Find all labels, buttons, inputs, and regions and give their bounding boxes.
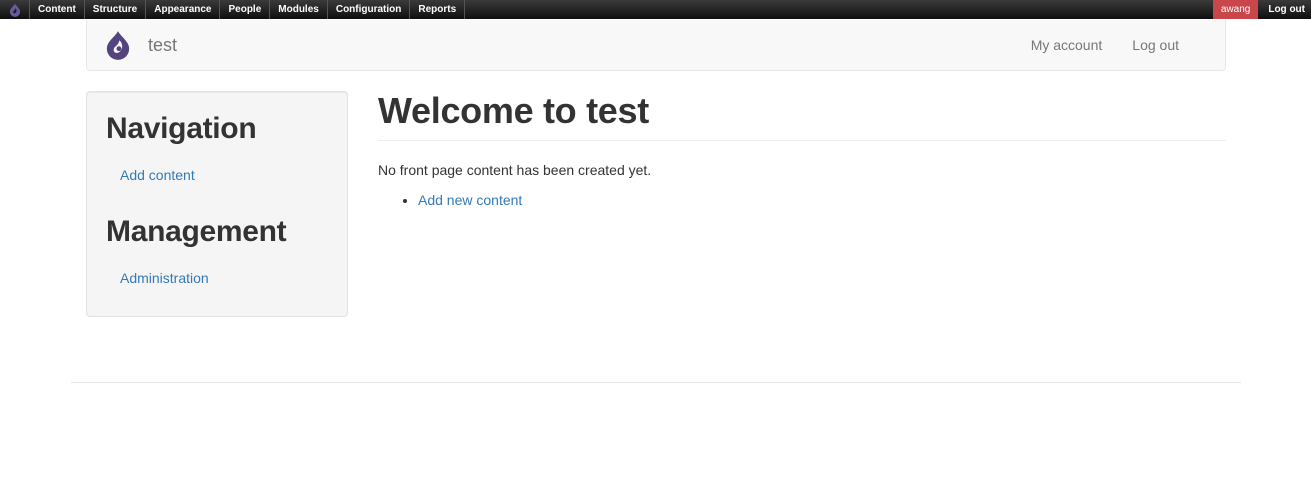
management-heading: Management — [106, 215, 287, 248]
add-content-link[interactable]: Add content — [120, 167, 195, 183]
site-name[interactable]: test — [148, 35, 177, 56]
add-new-content-link[interactable]: Add new content — [418, 192, 522, 208]
page-title: Welcome to test — [378, 90, 649, 131]
header-logout-link[interactable]: Log out — [1132, 37, 1179, 53]
site-header: test My account Log out — [86, 20, 1226, 71]
drupal-drop-icon — [106, 31, 130, 60]
list-item: Add new content — [418, 192, 522, 208]
toolbar-item-modules[interactable]: Modules — [270, 0, 328, 19]
administration-link[interactable]: Administration — [120, 270, 209, 286]
toolbar-item-appearance[interactable]: Appearance — [146, 0, 221, 19]
header-nav: My account Log out — [1031, 37, 1179, 53]
toolbar-home-link[interactable] — [0, 0, 30, 19]
toolbar-item-reports[interactable]: Reports — [410, 0, 466, 19]
toolbar-logout-link[interactable]: Log out — [1258, 0, 1311, 19]
toolbar-menu: Content Structure Appearance People Modu… — [30, 0, 466, 19]
sidebar: Navigation Add content Management Admini… — [86, 91, 348, 317]
admin-toolbar: Content Structure Appearance People Modu… — [0, 0, 1311, 19]
toolbar-user-area: awang Log out — [1212, 0, 1311, 19]
navigation-heading: Navigation — [106, 112, 257, 145]
toolbar-item-people[interactable]: People — [220, 0, 271, 19]
footer-divider — [71, 382, 1241, 383]
toolbar-item-configuration[interactable]: Configuration — [328, 0, 411, 19]
my-account-link[interactable]: My account — [1031, 37, 1103, 53]
toolbar-user-link[interactable]: awang — [1212, 0, 1259, 19]
toolbar-item-content[interactable]: Content — [30, 0, 85, 19]
drupal-drop-icon — [9, 3, 20, 17]
site-logo[interactable] — [104, 30, 132, 60]
content-actions-list: Add new content — [378, 192, 522, 208]
toolbar-item-structure[interactable]: Structure — [85, 0, 147, 19]
empty-front-page-message: No front page content has been created y… — [378, 162, 652, 178]
title-divider — [378, 140, 1226, 141]
